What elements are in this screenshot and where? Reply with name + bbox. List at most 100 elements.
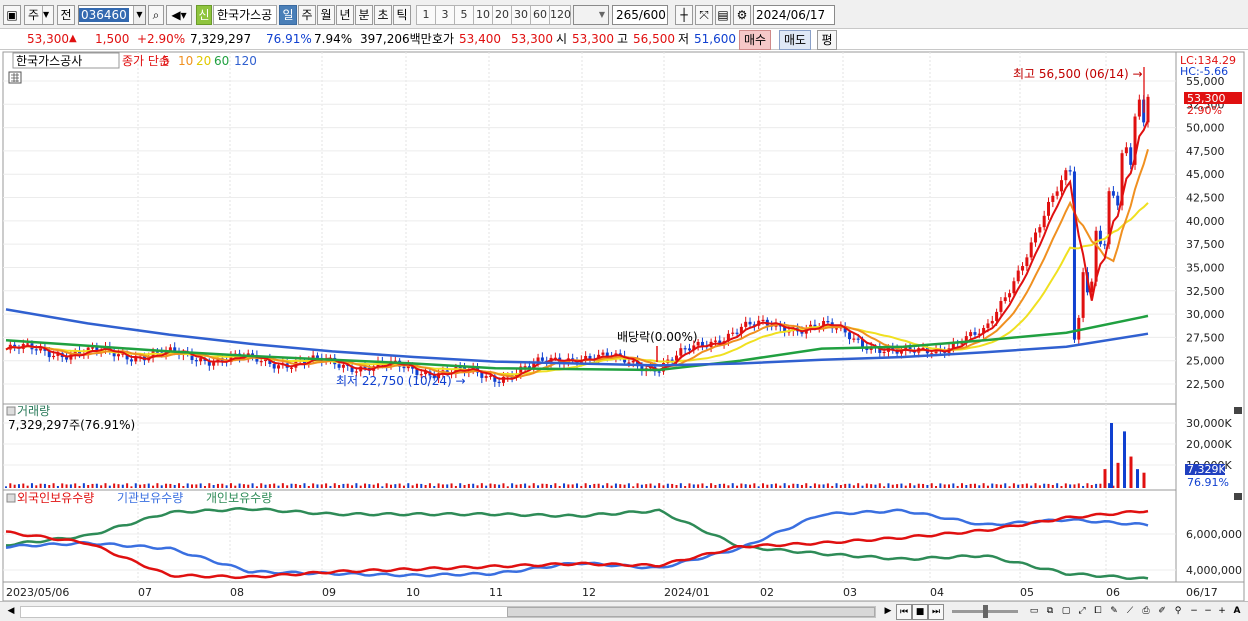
first-page-icon[interactable]: ⏮: [896, 604, 912, 620]
tab-monthly[interactable]: 월: [317, 5, 335, 25]
chart-toolbar: ▣ 주 ▼ 전 036460 ▼ ⌕ ◀▾ 신 한국가스공 일 주 월 년 분 초…: [0, 0, 1248, 38]
stock-name-field[interactable]: 한국가스공: [213, 5, 277, 25]
print-icon[interactable]: ⎙: [1138, 604, 1154, 620]
layout-icon[interactable]: ▭: [1026, 604, 1042, 620]
scroll-track[interactable]: [20, 606, 876, 618]
scroll-right-icon[interactable]: ▶: [880, 604, 896, 620]
volume-bar: [389, 484, 392, 488]
edit-icon[interactable]: ✐: [1154, 604, 1170, 620]
search-icon[interactable]: ⌕: [148, 5, 164, 25]
candle-body: [700, 341, 704, 346]
tab-second[interactable]: 초: [374, 5, 392, 25]
volume-bar: [87, 485, 90, 488]
x-tick-label: 09: [322, 586, 336, 599]
volume-bar: [705, 485, 708, 488]
volume-bar: [1086, 483, 1089, 488]
volume-bar: [723, 483, 726, 488]
period-60[interactable]: 60: [530, 5, 550, 25]
period-10[interactable]: 10: [473, 5, 493, 25]
volume-bar: [277, 485, 280, 488]
stock-code-field[interactable]: 036460 ▼: [78, 5, 146, 25]
candle-body: [168, 347, 172, 351]
volume-bar: [165, 483, 168, 488]
period-custom-select[interactable]: ▼: [573, 5, 609, 25]
period-1[interactable]: 1: [416, 5, 436, 25]
volume-bar: [930, 483, 933, 488]
speaker-icon[interactable]: ◀▾: [166, 5, 192, 25]
volume-bar: [329, 485, 332, 488]
volume-bar: [56, 485, 59, 488]
holding-close-icon[interactable]: [1234, 493, 1242, 500]
volume-bar: [714, 485, 717, 488]
volume-bar: [1073, 484, 1076, 488]
volume-bar: [800, 484, 803, 488]
market-type-select[interactable]: 주 ▼: [24, 5, 54, 25]
draw-icon[interactable]: ✎: [1106, 604, 1122, 620]
current-price: 53,300: [27, 32, 69, 46]
volume-bar: [273, 483, 276, 488]
tab-weekly[interactable]: 주: [298, 5, 316, 25]
compare-button[interactable]: 전: [57, 5, 75, 25]
trendline-icon[interactable]: ⟋: [1122, 604, 1138, 620]
scroll-left-icon[interactable]: ◀: [3, 604, 19, 620]
volume-panel[interactable]: [2, 403, 1177, 491]
volume-bar: [52, 483, 55, 488]
sell-button[interactable]: 매도: [779, 30, 811, 50]
last-page-icon[interactable]: ⏭: [928, 604, 944, 620]
period-5[interactable]: 5: [454, 5, 474, 25]
tab-tick[interactable]: 틱: [393, 5, 411, 25]
buy-button[interactable]: 매수: [739, 30, 771, 50]
eval-button[interactable]: 평: [817, 30, 837, 50]
volume-pct-tag: 76.91%: [1187, 476, 1229, 489]
gear-icon[interactable]: ⚙: [733, 5, 751, 25]
stock-label: 한국가스공사: [16, 54, 82, 68]
chevron-down-icon[interactable]: ▼: [133, 6, 145, 24]
display-count-field[interactable]: 265/600: [612, 5, 668, 25]
copy-icon[interactable]: ⧉: [1042, 604, 1058, 620]
crosshair-icon[interactable]: ⤧: [695, 5, 713, 25]
zoom-icon[interactable]: ⚲: [1170, 604, 1186, 620]
volume-bar: [1129, 456, 1133, 488]
volume-bar: [104, 483, 107, 488]
candle-body: [1081, 272, 1085, 318]
window-icon[interactable]: ▢: [1058, 604, 1074, 620]
stop-icon[interactable]: ■: [912, 604, 928, 620]
expand-icon[interactable]: ⤢: [1074, 604, 1090, 620]
tab-yearly[interactable]: 년: [336, 5, 354, 25]
tab-daily[interactable]: 일: [279, 5, 297, 25]
period-120[interactable]: 120: [549, 5, 571, 25]
stock-chart[interactable]: 55,00052,50050,00047,50045,00042,50040,0…: [0, 51, 1248, 602]
save-icon[interactable]: ▤: [715, 5, 731, 25]
chart-layout-icon[interactable]: ▣: [3, 5, 21, 25]
tab-minute[interactable]: 분: [355, 5, 373, 25]
volume-bar: [303, 483, 306, 488]
y-tick-label: 22,500: [1186, 378, 1225, 391]
zoom-in-icon[interactable]: +: [1214, 604, 1230, 620]
restore-icon[interactable]: ⧠: [1090, 604, 1106, 620]
period-30[interactable]: 30: [511, 5, 531, 25]
candle-type-icon[interactable]: ┼: [675, 5, 693, 25]
volume-bar: [597, 483, 600, 488]
volume-close-icon[interactable]: [1234, 407, 1242, 414]
period-3[interactable]: 3: [435, 5, 455, 25]
volume-bar: [381, 486, 384, 488]
volume-bar: [515, 484, 518, 488]
font-size-icon[interactable]: A: [1229, 604, 1245, 620]
volume-bar: [545, 483, 548, 488]
holding-panel-toggle[interactable]: [6, 493, 16, 503]
period-20[interactable]: 20: [492, 5, 512, 25]
volume-bar: [320, 484, 323, 488]
volume-bar: [688, 483, 691, 488]
volume-bar: [9, 483, 12, 488]
x-tick-label: 06/17: [1186, 586, 1218, 599]
volume-bar: [779, 485, 782, 488]
zoom-slider-handle[interactable]: [983, 605, 988, 618]
volume-panel-toggle[interactable]: [6, 406, 16, 416]
volume-bar: [342, 483, 345, 488]
volume-bar: [143, 484, 146, 488]
scroll-thumb[interactable]: [507, 607, 875, 617]
candle-body: [129, 359, 133, 362]
quote-bar: 53,300 ▲ 1,500 +2.90% 7,329,297 76.91% 7…: [0, 29, 1248, 50]
date-field[interactable]: 2024/06/17▦: [753, 5, 835, 38]
volume-bar: [593, 483, 596, 488]
